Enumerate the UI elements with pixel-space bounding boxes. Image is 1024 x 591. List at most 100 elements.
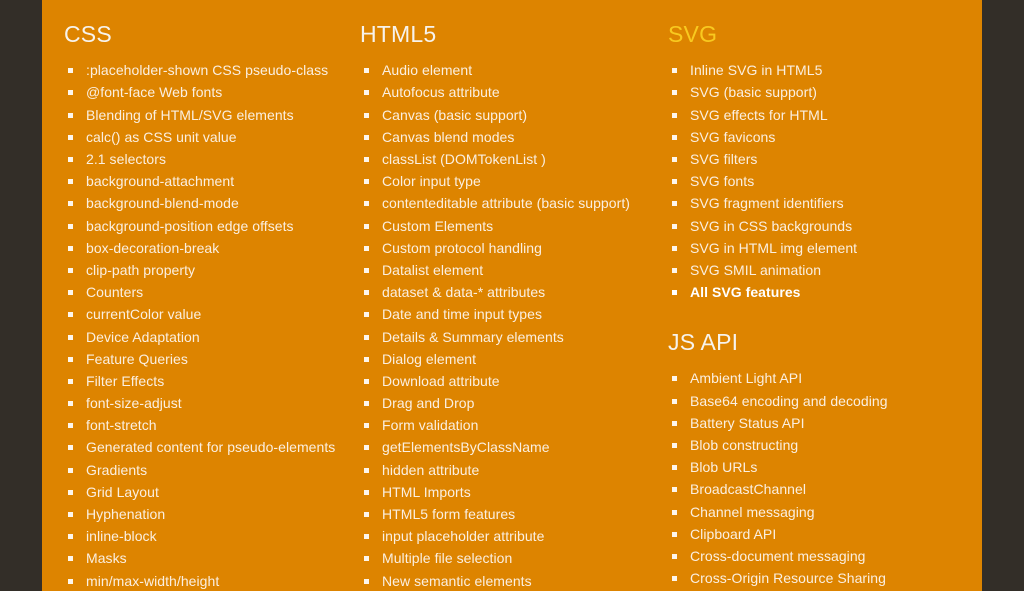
feature-name: BroadcastChannel — [690, 481, 806, 498]
bullet-square-icon — [68, 512, 73, 518]
feature-list-item[interactable]: Color input type — [360, 174, 650, 189]
feature-name: Drag and Drop — [382, 395, 475, 412]
feature-name: Masks — [86, 550, 127, 567]
feature-list-item[interactable]: All SVG features — [668, 285, 960, 300]
feature-list-item[interactable]: HTML5 form features — [360, 507, 650, 522]
feature-list-item[interactable]: background-blend-mode — [64, 196, 350, 211]
feature-list-item[interactable]: Base64 encoding and decoding — [668, 393, 960, 409]
feature-name: font-stretch — [86, 417, 157, 434]
feature-list-item[interactable]: SVG favicons — [668, 129, 960, 145]
feature-list-item[interactable]: font-size-adjust — [64, 396, 350, 411]
feature-list-item[interactable]: Cross-document messaging — [668, 548, 960, 564]
feature-list-item[interactable]: HTML Imports — [360, 484, 650, 500]
feature-list-css: :placeholder-shown CSS pseudo-class @font… — [64, 63, 350, 588]
feature-list-item[interactable]: Gradients — [64, 462, 350, 478]
feature-list-item[interactable]: SVG fragment identifiers — [668, 196, 960, 211]
feature-list-item[interactable]: Blob constructing — [668, 438, 960, 453]
feature-list-js-api: Ambient Light API Base64 encoding and dec… — [668, 371, 960, 586]
feature-list-item[interactable]: Masks — [64, 551, 350, 566]
feature-list-item[interactable]: Blending of HTML/SVG elements — [64, 107, 350, 123]
feature-list-item[interactable]: Device Adaptation — [64, 329, 350, 345]
feature-list-item[interactable]: New semantic elements — [360, 573, 650, 589]
feature-list-item[interactable]: SVG effects for HTML — [668, 107, 960, 123]
feature-list-item[interactable]: SVG in HTML img element — [668, 240, 960, 256]
feature-list-item[interactable]: calc() as CSS unit value — [64, 129, 350, 145]
feature-list-item[interactable]: Hyphenation — [64, 507, 350, 522]
feature-list-item[interactable]: Canvas blend modes — [360, 129, 650, 145]
feature-list-item[interactable]: Form validation — [360, 418, 650, 433]
feature-list-item[interactable]: Counters — [64, 285, 350, 300]
feature-list-item[interactable]: min/max-width/height — [64, 573, 350, 589]
feature-list-item[interactable]: Feature Queries — [64, 351, 350, 367]
feature-list-item[interactable]: Generated content for pseudo-elements — [64, 440, 350, 455]
feature-name: Dialog element — [382, 350, 477, 367]
bullet-square-icon — [68, 467, 73, 473]
feature-list-item[interactable]: currentColor value — [64, 307, 350, 322]
feature-list-item[interactable]: Audio element — [360, 63, 650, 78]
feature-list-item[interactable]: SVG filters — [668, 152, 960, 167]
feature-list-item[interactable]: Dialog element — [360, 350, 650, 367]
feature-name: font-size-adjust — [86, 395, 182, 412]
bullet-square-icon — [68, 578, 73, 584]
bullet-square-icon — [364, 556, 369, 562]
feature-list-item[interactable]: 2.1 selectors — [64, 152, 350, 167]
feature-list-item[interactable]: Battery Status API — [668, 415, 960, 431]
feature-list-item[interactable]: @font-face Web fonts — [64, 85, 350, 100]
feature-list-item[interactable]: Cross-Origin Resource Sharing — [668, 571, 960, 586]
feature-list-item[interactable]: SVG fonts — [668, 174, 960, 189]
bullet-square-icon — [68, 445, 73, 451]
bullet-square-icon — [68, 489, 73, 495]
feature-list-item[interactable]: Inline SVG in HTML5 — [668, 63, 960, 78]
feature-name: SVG filters — [690, 151, 758, 168]
feature-list-item[interactable]: dataset & data-* attributes — [360, 285, 650, 300]
bullet-square-icon — [364, 90, 369, 96]
bullet-square-icon — [364, 267, 369, 273]
feature-list-item[interactable]: box-decoration-break — [64, 240, 350, 256]
feature-list-item[interactable]: Multiple file selection — [360, 551, 650, 566]
feature-list-item[interactable]: Drag and Drop — [360, 396, 650, 411]
feature-list-item[interactable]: SVG in CSS backgrounds — [668, 218, 960, 234]
feature-list-item[interactable]: SVG (basic support) — [668, 85, 960, 100]
bullet-square-icon — [672, 223, 677, 229]
feature-list-item[interactable]: contenteditable attribute (basic support… — [360, 196, 650, 211]
feature-name: 2.1 selectors — [86, 151, 167, 168]
feature-list-item[interactable]: Filter Effects — [64, 372, 350, 389]
feature-list-item[interactable]: Blob URLs — [668, 460, 960, 475]
feature-list-item[interactable]: Download attribute — [360, 373, 650, 389]
feature-list-item[interactable]: Custom protocol handling — [360, 239, 650, 256]
feature-list-item[interactable]: hidden attribute — [360, 462, 650, 478]
feature-list-item[interactable]: Custom Elements — [360, 218, 650, 234]
feature-list-item[interactable]: Datalist element — [360, 262, 650, 278]
feature-list-item[interactable]: SVG SMIL animation — [668, 262, 960, 278]
feature-list-item[interactable]: :placeholder-shown CSS pseudo-class — [64, 63, 350, 78]
bullet-square-icon — [672, 157, 677, 163]
feature-list-item[interactable]: classList (DOMTokenList ) — [360, 152, 650, 167]
feature-list-item[interactable]: Grid Layout — [64, 484, 350, 500]
feature-list-item[interactable]: input placeholder attribute — [360, 529, 650, 544]
feature-list-item[interactable]: background-attachment — [64, 174, 350, 189]
feature-list-item[interactable]: clip-path property — [64, 262, 350, 278]
feature-name: SVG fonts — [690, 173, 755, 190]
feature-list-item[interactable]: getElementsByClassName — [360, 440, 650, 455]
feature-list-item[interactable]: inline-block — [64, 529, 350, 544]
bullet-square-icon — [672, 398, 677, 404]
feature-list-item[interactable]: BroadcastChannel — [668, 482, 960, 497]
feature-name: Filter Effects — [86, 372, 165, 389]
feature-list-item[interactable]: Date and time input types — [360, 307, 650, 322]
bullet-square-icon — [672, 576, 677, 582]
feature-list-item[interactable]: background-position edge offsets — [64, 218, 350, 234]
feature-list-item[interactable]: Canvas (basic support) — [360, 107, 650, 123]
feature-list-item[interactable]: font-stretch — [64, 418, 350, 433]
feature-list-item[interactable]: Channel messaging — [668, 504, 960, 520]
bullet-square-icon — [364, 378, 369, 384]
section-heading-css: CSS — [64, 21, 112, 47]
feature-list-item[interactable]: Clipboard API — [668, 526, 960, 542]
feature-name: Custom protocol handling — [382, 239, 542, 256]
feature-list-item[interactable]: Details & Summary elements — [360, 329, 650, 345]
feature-list-item[interactable]: Ambient Light API — [668, 371, 960, 386]
bullet-square-icon — [672, 553, 677, 559]
feature-name: Form validation — [382, 417, 479, 434]
feature-name: Multiple file selection — [382, 550, 513, 567]
bullet-square-icon — [364, 201, 369, 207]
feature-list-item[interactable]: Autofocus attribute — [360, 85, 650, 100]
